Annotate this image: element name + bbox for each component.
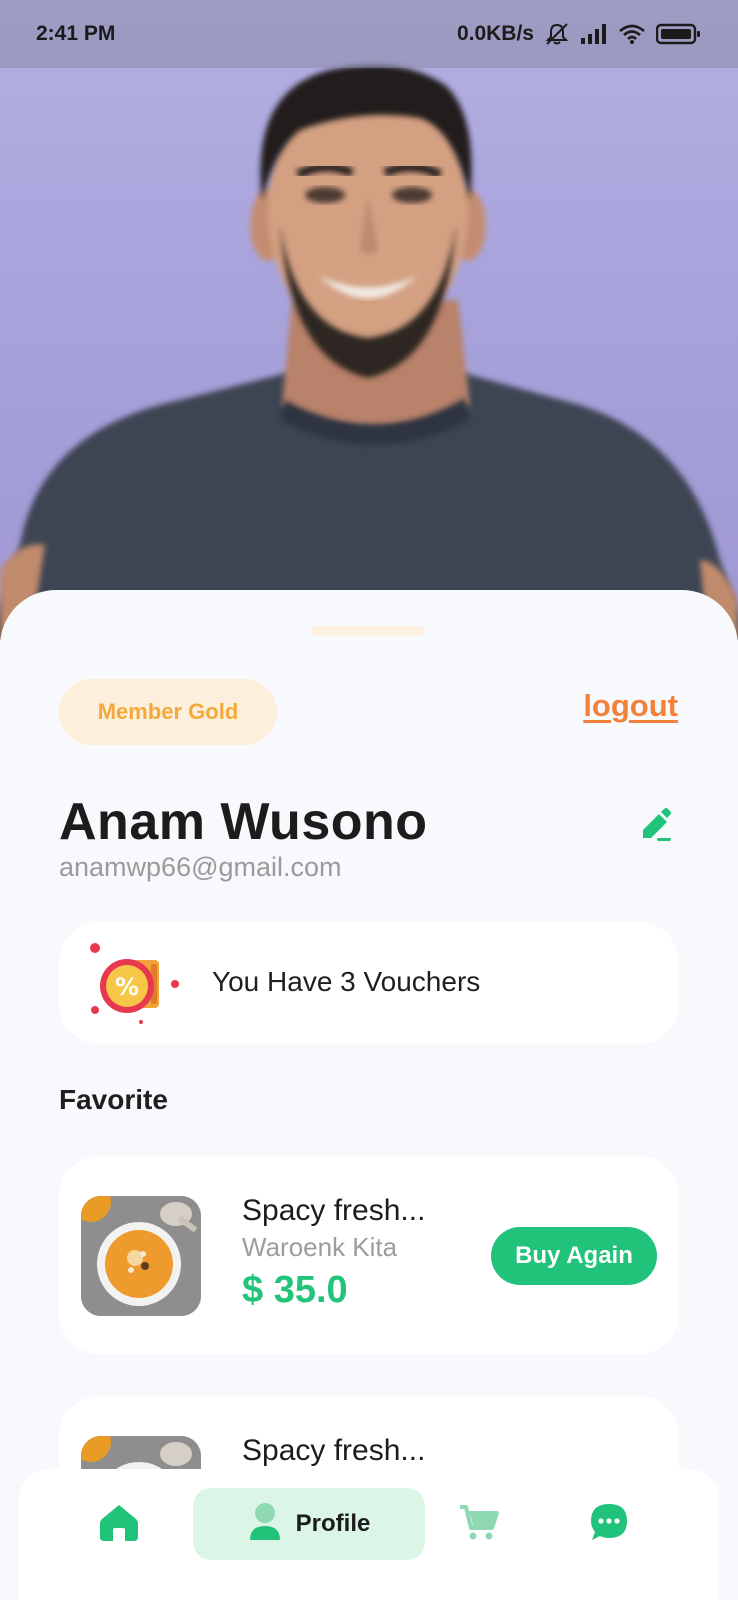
nav-profile-label: Profile	[295, 1510, 371, 1537]
signal-icon	[580, 23, 608, 45]
home-icon	[98, 1501, 140, 1548]
food-name: Spacy fresh...	[242, 1434, 426, 1467]
user-name: Anam Wusono	[59, 793, 428, 851]
edit-pencil-icon[interactable]	[635, 802, 677, 844]
profile-icon	[248, 1502, 282, 1547]
user-email: anamwp66@gmail.com	[59, 852, 342, 882]
network-speed: 0.0KB/s	[456, 22, 534, 45]
voucher-card[interactable]: % You Have 3 Vouchers	[59, 922, 679, 1044]
food-store-name: Waroenk Kita	[242, 1232, 398, 1262]
food-price: $ 35.0	[242, 1269, 348, 1311]
nav-cart[interactable]	[439, 1488, 519, 1560]
cart-icon	[458, 1502, 500, 1547]
profile-photo	[0, 0, 738, 640]
mute-icon	[544, 22, 570, 46]
favorite-item-card[interactable]: Spacy fresh... Waroenk Kita $ 35.0 Buy A…	[59, 1156, 679, 1354]
food-image	[81, 1196, 201, 1316]
nav-home[interactable]	[79, 1488, 159, 1560]
buy-again-button[interactable]: Buy Again	[491, 1227, 657, 1285]
logout-link[interactable]: logout	[583, 688, 678, 724]
sheet-drag-handle[interactable]	[311, 626, 425, 636]
nav-chat[interactable]	[569, 1488, 649, 1560]
svg-text:%: %	[115, 973, 139, 1001]
voucher-ticket-icon: %	[89, 942, 181, 1028]
status-time: 2:41 PM	[36, 22, 116, 45]
status-bar: 2:41 PM 0.0KB/s	[0, 0, 738, 68]
voucher-count-text: You Have 3 Vouchers	[212, 966, 481, 997]
profile-sheet: Member Gold logout Anam Wusono anamwp66@…	[0, 590, 738, 1600]
bottom-navigation: Profile	[19, 1469, 719, 1600]
food-name: Spacy fresh...	[242, 1194, 426, 1227]
favorite-section-title: Favorite	[59, 1084, 168, 1115]
chat-icon	[588, 1501, 630, 1548]
battery-icon	[656, 23, 702, 45]
member-badge: Member Gold	[59, 679, 277, 745]
wifi-icon	[618, 23, 646, 45]
status-icons: 0.0KB/s	[457, 22, 702, 46]
nav-profile[interactable]: Profile	[193, 1488, 425, 1560]
